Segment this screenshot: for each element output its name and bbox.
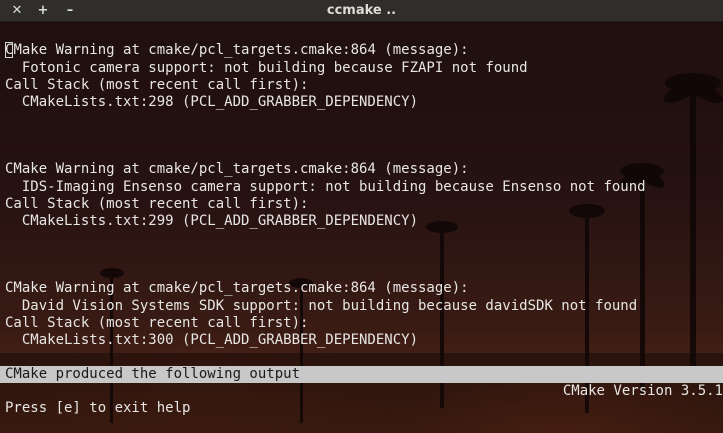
output-line: CMakeLists.txt:300 (PCL_ADD_GRABBER_DEPE… [5,332,419,348]
title-bar: ✕ + – ccmake .. [0,0,723,22]
output-line: CMake Warning at cmake/pcl_targets.cmake… [5,280,469,296]
output-line: Call Stack (most recent call first): [5,196,309,212]
output-line: CMake Warning at cmake/pcl_targets.cmake… [5,42,469,58]
output-line: IDS-Imaging Ensenso camera support: not … [5,179,646,195]
output-line: CMake Warning at cmake/pcl_targets.cmake… [5,161,469,177]
status-bar: CMake produced the following output [0,366,723,383]
output-line: Call Stack (most recent call first): [5,315,309,331]
version-label: CMake Version 3.5.1 [562,383,723,399]
window-title: ccmake .. [326,3,397,18]
terminal-area[interactable]: CMake Warning at cmake/pcl_targets.cmake… [0,23,723,433]
output-line: Fotonic camera support: not building bec… [5,60,528,76]
help-hint: Press [e] to exit help [5,400,191,416]
terminal-window: ✕ + – ccmake .. CMake Warning at cmake/p… [0,0,723,433]
output-line: CMakeLists.txt:299 (PCL_ADD_GRABBER_DEPE… [5,213,419,229]
output-line: CMakeLists.txt:298 (PCL_ADD_GRABBER_DEPE… [5,94,419,110]
status-text: CMake produced the following output [5,366,301,382]
output-line: Call Stack (most recent call first): [5,77,309,93]
output-line: David Vision Systems SDK support: not bu… [5,298,638,314]
